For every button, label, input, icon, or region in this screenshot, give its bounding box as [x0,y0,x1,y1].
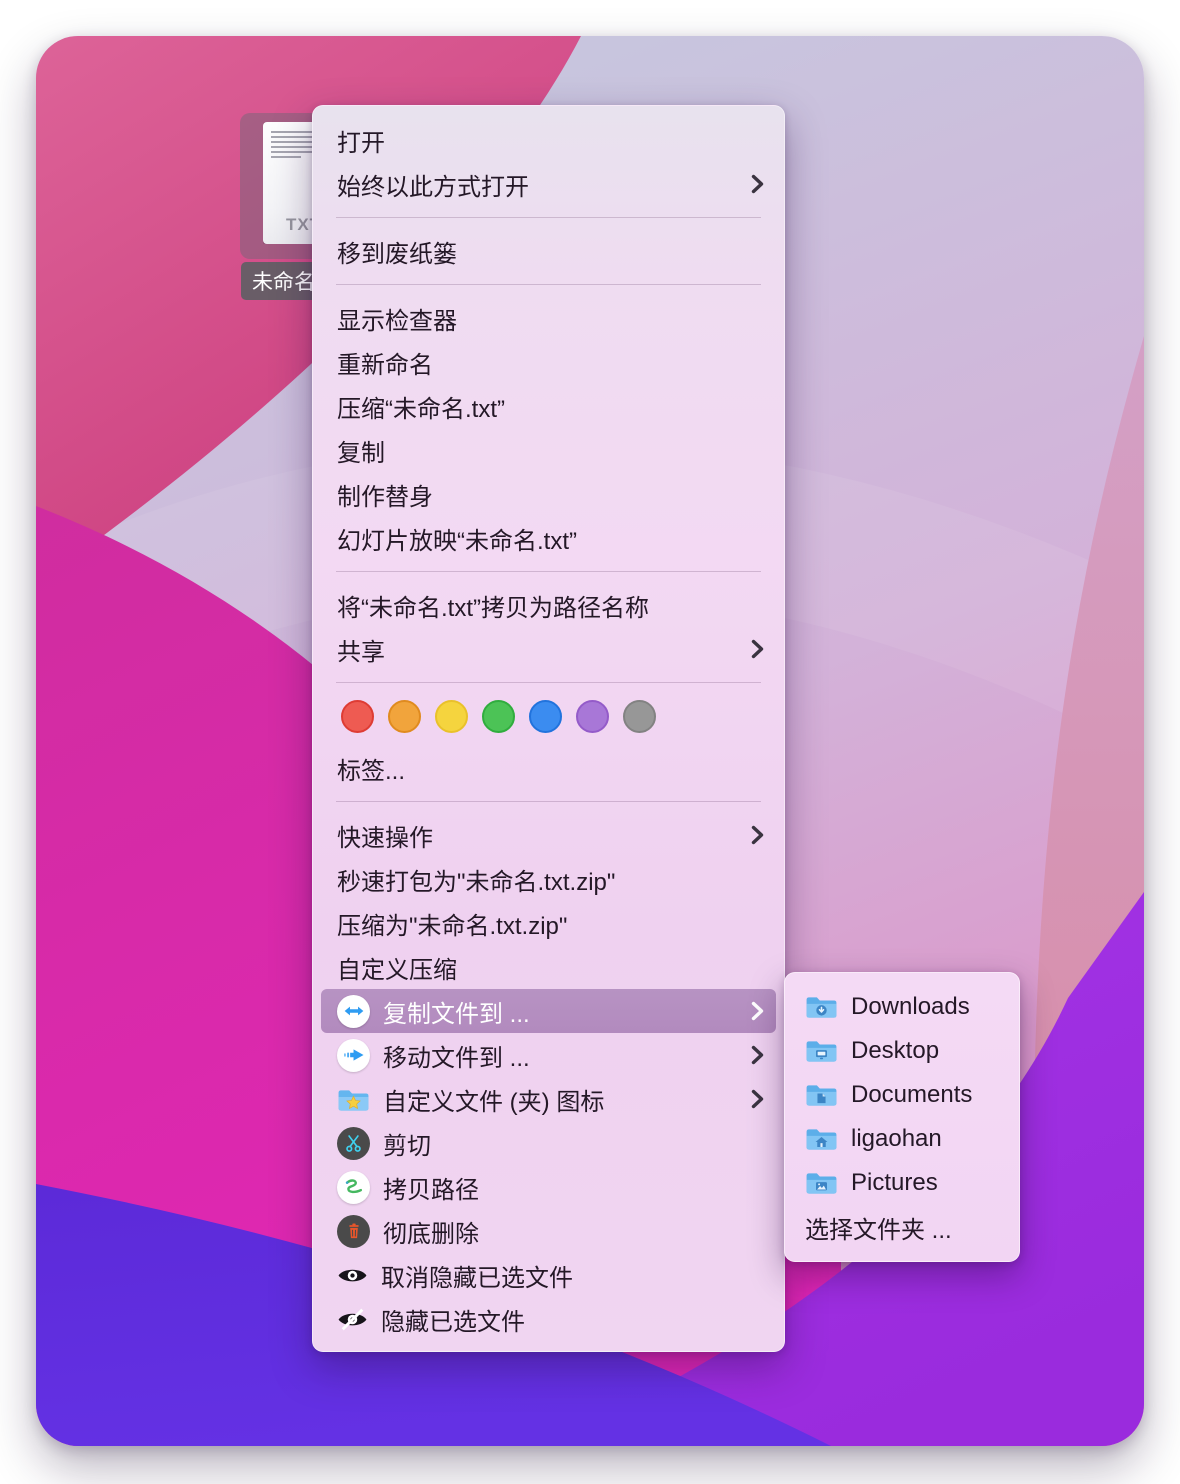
downloads-folder-icon [805,994,838,1020]
menu-separator [336,801,761,802]
submenu-item[interactable]: Documents [785,1073,1019,1117]
menu-item-label: 自定义压缩 [337,950,457,985]
gray-tag-dot[interactable] [623,700,656,733]
chevron-right-icon [751,639,764,659]
menu-item[interactable]: 拷贝路径 [313,1165,784,1209]
menu-item[interactable]: 自定义文件 (夹) 图标 [313,1077,784,1121]
menu-item[interactable]: 制作替身 [313,472,784,516]
menu-item[interactable]: 自定义压缩 [313,945,784,989]
menu-item-label: 隐藏已选文件 [381,1302,525,1337]
menu-item-label: 打开 [337,123,385,158]
custom-folder-icon [337,1086,370,1113]
home-folder-icon [805,1126,838,1152]
menu-item[interactable]: 压缩为"未命名.txt.zip" [313,901,784,945]
tag-color-dots-row [313,694,784,738]
menu-separator [336,682,761,683]
menu-separator [336,284,761,285]
menu-item-label: 幻灯片放映“未命名.txt” [337,521,577,556]
menu-item[interactable]: 打开 [313,118,784,162]
move-file-icon [337,1039,370,1072]
chevron-right-icon [751,825,764,845]
yellow-tag-dot[interactable] [435,700,468,733]
submenu-item-label: 选择文件夹 ... [805,1210,952,1245]
menu-item[interactable]: 显示检查器 [313,296,784,340]
menu-item[interactable]: 快速操作 [313,813,784,857]
chevron-right-icon [751,1045,764,1065]
menu-item-label: 标签... [337,751,405,786]
red-tag-dot[interactable] [341,700,374,733]
menu-item-label: 剪切 [383,1126,431,1161]
menu-separator [336,217,761,218]
menu-item[interactable]: 彻底删除 [313,1209,784,1253]
menu-item-label: 共享 [337,632,385,667]
menu-item-label: 秒速打包为"未命名.txt.zip" [337,862,615,897]
menu-item-highlighted[interactable]: 复制文件到 ... [321,989,776,1033]
menu-item-label: 移到废纸篓 [337,234,457,269]
copy-file-icon [337,995,370,1028]
submenu-item[interactable]: ligaohan [785,1117,1019,1161]
menu-item[interactable]: 隐藏已选文件 [313,1297,784,1341]
menu-item-label: 重新命名 [337,345,433,380]
menu-item-label: 显示检查器 [337,301,457,336]
submenu-item[interactable]: Pictures [785,1161,1019,1205]
menu-item-label: 复制文件到 ... [383,994,530,1029]
chevron-right-icon [751,174,764,194]
purple-tag-dot[interactable] [576,700,609,733]
menu-item[interactable]: 复制 [313,428,784,472]
menu-item-label: 彻底删除 [383,1214,479,1249]
context-menu: 打开始终以此方式打开移到废纸篓显示检查器重新命名压缩“未命名.txt” 复制制作替… [312,105,785,1352]
copy-to-submenu: Downloads Desktop Documents ligaohan Pic… [784,972,1020,1262]
submenu-item-label: ligaohan [851,1125,942,1153]
menu-item[interactable]: 共享 [313,627,784,671]
menu-item[interactable]: 压缩“未命名.txt” [313,384,784,428]
menu-item-label: 拷贝路径 [383,1170,479,1205]
submenu-item-label: Documents [851,1081,972,1109]
menu-item-label: 将“未命名.txt”拷贝为路径名称 [337,588,649,623]
chevron-right-icon [751,1001,764,1021]
menu-item[interactable]: 移到废纸篓 [313,229,784,273]
submenu-item-label: Downloads [851,993,970,1021]
menu-item-label: 始终以此方式打开 [337,167,529,202]
submenu-item-label: Pictures [851,1169,938,1197]
green-tag-dot[interactable] [482,700,515,733]
menu-item[interactable]: 标签... [313,746,784,790]
menu-item-label: 快速操作 [337,818,433,853]
menu-item[interactable]: 剪切 [313,1121,784,1165]
submenu-item-label: Desktop [851,1037,939,1065]
menu-item-label: 制作替身 [337,477,433,512]
blue-tag-dot[interactable] [529,700,562,733]
menu-item-label: 自定义文件 (夹) 图标 [383,1082,604,1117]
delete-icon [337,1215,370,1248]
orange-tag-dot[interactable] [388,700,421,733]
menu-item[interactable]: 重新命名 [313,340,784,384]
menu-item-label: 取消隐藏已选文件 [381,1258,573,1293]
hide-icon [337,1308,368,1331]
pictures-folder-icon [805,1170,838,1196]
documents-folder-icon [805,1082,838,1108]
desktop-folder-icon [805,1038,838,1064]
submenu-item[interactable]: Downloads [785,985,1019,1029]
chevron-right-icon [751,1089,764,1109]
menu-item[interactable]: 始终以此方式打开 [313,162,784,206]
copy-path-icon [337,1171,370,1204]
menu-item[interactable]: 幻灯片放映“未命名.txt” [313,516,784,560]
submenu-item[interactable]: Desktop [785,1029,1019,1073]
menu-item[interactable]: 取消隐藏已选文件 [313,1253,784,1297]
menu-item-label: 压缩为"未命名.txt.zip" [337,906,567,941]
menu-item-label: 压缩“未命名.txt” [337,389,505,424]
menu-separator [336,571,761,572]
menu-item-label: 复制 [337,433,385,468]
menu-item[interactable]: 移动文件到 ... [313,1033,784,1077]
menu-item[interactable]: 秒速打包为"未命名.txt.zip" [313,857,784,901]
submenu-item[interactable]: 选择文件夹 ... [785,1205,1019,1249]
menu-item-label: 移动文件到 ... [383,1038,530,1073]
cut-icon [337,1127,370,1160]
unhide-icon [337,1264,368,1287]
menu-item[interactable]: 将“未命名.txt”拷贝为路径名称 [313,583,784,627]
